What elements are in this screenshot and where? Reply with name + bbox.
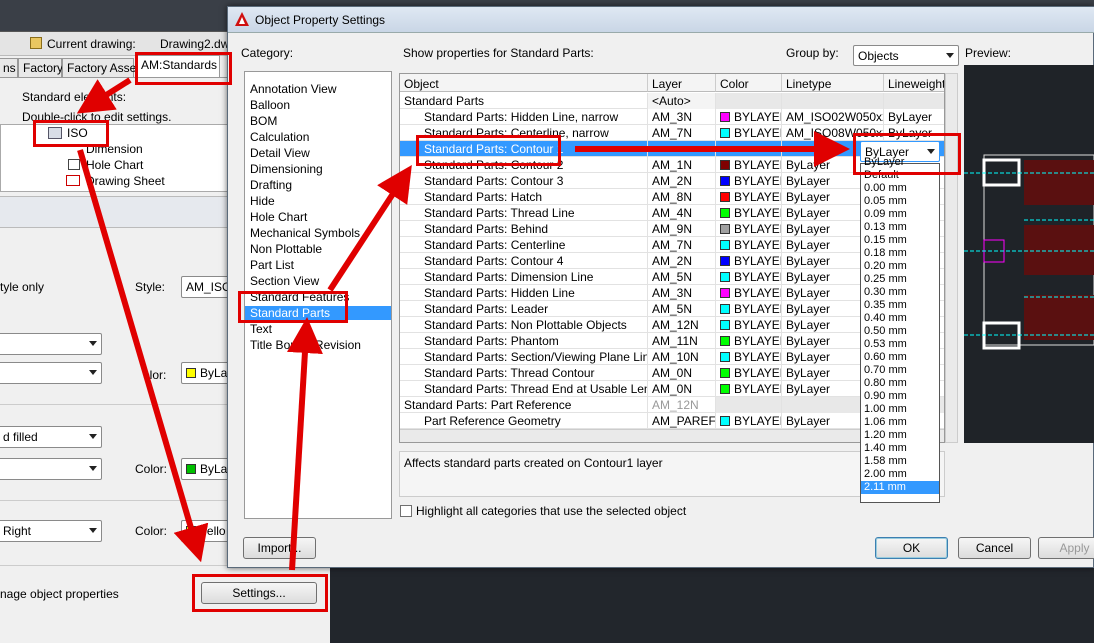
arrow-tab-to-iso: [76, 77, 132, 114]
annotation-arrows: [76, 77, 850, 571]
arrow-settings-to-standard-parts: [286, 317, 323, 571]
arrow-standard-parts-to-contour1: [327, 164, 412, 292]
arrow-iso-to-settings: [77, 149, 209, 563]
